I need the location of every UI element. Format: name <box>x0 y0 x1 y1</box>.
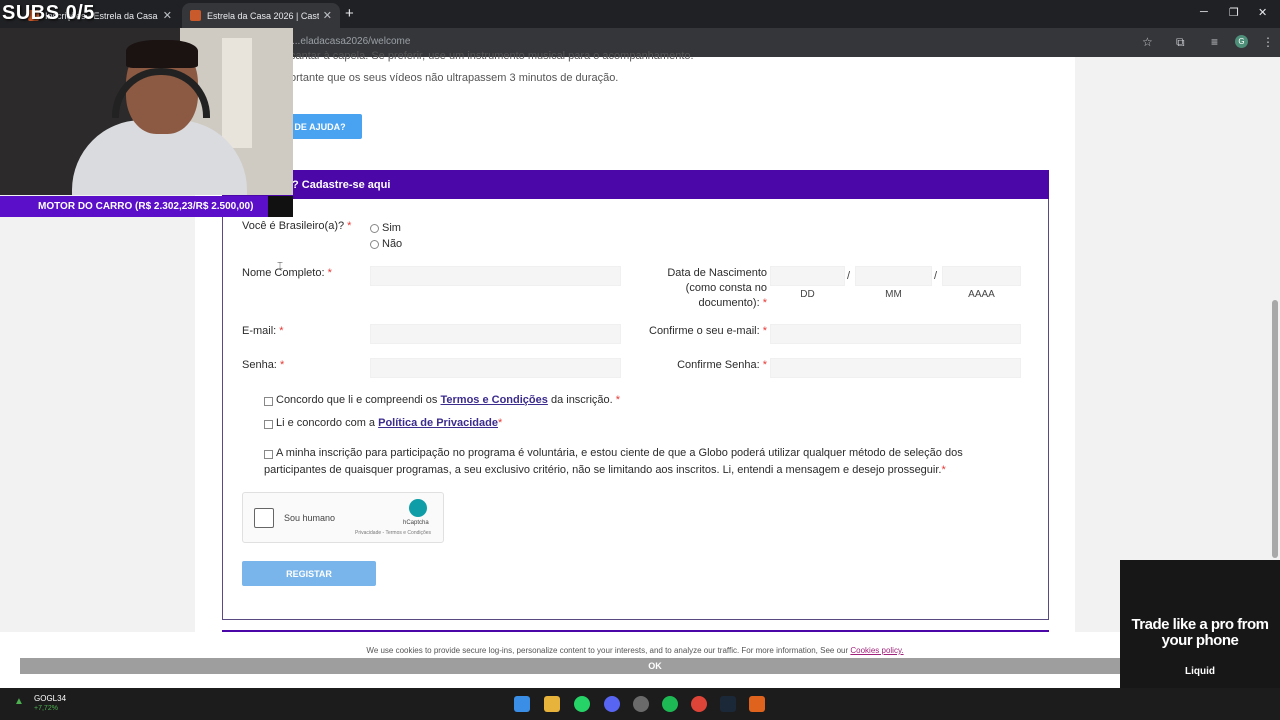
date-separator: / <box>847 270 851 282</box>
subs-counter: SUBS 0/5 <box>2 2 95 24</box>
discord-icon[interactable] <box>604 696 620 712</box>
intro-text-1: cantar à capela. Se preferir, use um ins… <box>290 50 694 62</box>
nascimento-label-3: documento): * <box>698 297 768 309</box>
streamer-hair <box>126 40 198 68</box>
hcaptcha-logo-icon <box>409 499 427 517</box>
intro-text-2: ortante que os seus vídeos não ultrapass… <box>290 72 619 84</box>
email-input[interactable] <box>370 324 621 344</box>
captcha-brand: hCaptcha <box>403 520 429 526</box>
bookmark-star-icon[interactable]: ☆ <box>1142 35 1153 49</box>
goal-bar-end <box>268 196 293 217</box>
year-hint: AAAA <box>968 289 995 300</box>
confirm-senha-label: Confirme Senha: * <box>677 359 767 371</box>
cookie-text: We use cookies to provide secure log-ins… <box>366 646 904 655</box>
site-favicon-icon <box>190 10 201 21</box>
ad-brand: Liquid <box>1185 666 1215 677</box>
cookie-policy-link[interactable]: Cookies policy. <box>850 646 903 655</box>
file-explorer-icon[interactable] <box>544 696 560 712</box>
confirm-email-label: Confirme o seu e-mail: * <box>649 325 767 337</box>
privacy-link[interactable]: Política de Privacidade <box>378 417 498 429</box>
terms-checkbox[interactable] <box>264 397 273 406</box>
minimize-icon[interactable]: ─ <box>1200 6 1208 18</box>
webcam-overlay <box>0 28 293 195</box>
confirm-senha-input[interactable] <box>770 358 1021 378</box>
confirm-email-input[interactable] <box>770 324 1021 344</box>
restore-icon[interactable]: ❐ <box>1229 6 1239 19</box>
privacy-text: Li e concordo com a Política de Privacid… <box>276 417 503 429</box>
hcaptcha-widget: Sou humano hCaptcha Privacidade - Termos… <box>242 492 444 543</box>
day-hint: DD <box>800 289 815 300</box>
date-separator: / <box>934 270 938 282</box>
mouse-cursor-icon: ⌶ <box>277 261 283 272</box>
captcha-label: Sou humano <box>284 513 336 523</box>
consent-checkbox[interactable] <box>264 450 273 459</box>
year-input[interactable] <box>942 266 1021 286</box>
tab-title: Estrela da Casa 2026 | Cast It Re <box>207 10 319 21</box>
radio-sim[interactable] <box>370 224 379 233</box>
tab-cast-it[interactable]: Estrela da Casa 2026 | Cast It Re ✕ <box>182 3 340 28</box>
close-tab-icon[interactable]: ✕ <box>163 9 172 22</box>
extensions-icon[interactable]: ⧉ <box>1176 35 1185 50</box>
brasileiro-label: Você é Brasileiro(a)? * <box>242 220 352 232</box>
chrome-icon[interactable] <box>691 696 707 712</box>
email-label: E-mail: * <box>242 325 284 337</box>
close-window-icon[interactable]: ✕ <box>1258 6 1267 19</box>
ad-overlay[interactable]: Trade like a pro from your phone Liquid <box>1120 560 1280 688</box>
browser-tab-bar: Inscrições - Estrela da Casa 2026 ✕ Estr… <box>0 0 1280 28</box>
spotify-icon[interactable] <box>662 696 678 712</box>
nome-input[interactable] <box>370 266 621 286</box>
webcam-shelf <box>222 38 252 148</box>
registration-form <box>222 199 1049 620</box>
form-header: ? Cadastre-se aqui <box>222 170 1049 199</box>
radio-nao[interactable] <box>370 240 379 249</box>
consent-text-2: participantes de quaisquer programas, a … <box>264 464 946 476</box>
day-input[interactable] <box>770 266 845 286</box>
new-tab-icon[interactable]: + <box>345 5 354 22</box>
month-hint: MM <box>885 289 902 300</box>
url-text[interactable]: ...eladacasa2026/welcome <box>292 36 410 47</box>
ad-title: Trade like a pro from your phone <box>1131 616 1269 649</box>
app-icon[interactable] <box>749 696 765 712</box>
stock-name[interactable]: GOGL34 <box>34 694 66 703</box>
whatsapp-icon[interactable] <box>574 696 590 712</box>
terms-text: Concordo que li e compreendi os Termos e… <box>276 394 621 406</box>
start-menu-icon[interactable] <box>514 696 530 712</box>
profile-avatar[interactable]: G <box>1235 35 1248 48</box>
nascimento-label-2: (como consta no <box>685 282 767 294</box>
media-control-icon[interactable]: ≡ <box>1211 35 1218 49</box>
privacy-checkbox[interactable] <box>264 420 273 429</box>
register-button[interactable]: REGISTAR <box>242 561 376 586</box>
steam-icon[interactable] <box>720 696 736 712</box>
windows-taskbar: ▲ GOGL34 +7,72% <box>0 688 1280 720</box>
captcha-checkbox[interactable] <box>254 508 274 528</box>
stock-widget-icon[interactable]: ▲ <box>14 696 24 707</box>
cookie-ok-button[interactable]: OK <box>20 658 1280 674</box>
radio-nao-label: Não <box>382 238 403 250</box>
scrollbar-thumb[interactable] <box>1272 300 1278 558</box>
obs-icon[interactable] <box>633 696 649 712</box>
nascimento-label-1: Data de Nascimento <box>667 267 767 279</box>
nome-label: Nome Completo: * <box>242 267 332 279</box>
terms-link[interactable]: Termos e Condições <box>441 394 548 406</box>
month-input[interactable] <box>855 266 932 286</box>
stream-goal-bar: MOTOR DO CARRO (R$ 2.302,23/R$ 2.500,00) <box>0 196 293 217</box>
close-tab-icon[interactable]: ✕ <box>323 9 332 22</box>
senha-input[interactable] <box>370 358 621 378</box>
captcha-footer[interactable]: Privacidade - Termos e Condições <box>355 530 431 536</box>
browser-menu-icon[interactable]: ⋮ <box>1262 35 1274 49</box>
senha-label: Senha: * <box>242 359 285 371</box>
cookie-banner: We use cookies to provide secure log-ins… <box>0 632 1280 688</box>
radio-sim-label: Sim <box>382 222 401 234</box>
consent-text-1: A minha inscrição para participação no p… <box>276 447 963 459</box>
stock-change: +7,72% <box>34 705 58 712</box>
